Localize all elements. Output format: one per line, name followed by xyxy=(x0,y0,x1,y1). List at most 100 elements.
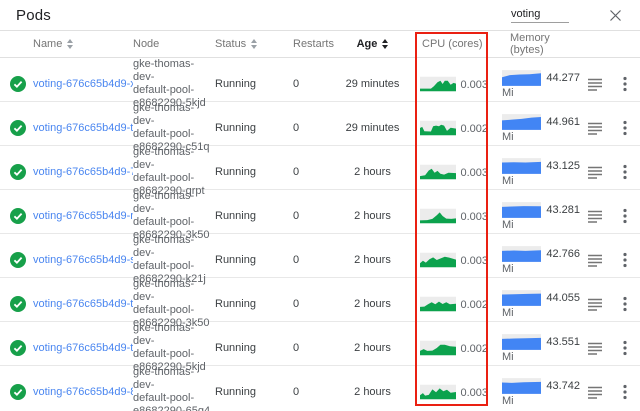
check-circle-icon xyxy=(10,208,26,224)
pod-name-link[interactable]: voting-676c65b4d9-srl xyxy=(33,254,133,266)
search-box xyxy=(511,7,622,23)
search-input[interactable] xyxy=(511,7,569,23)
memory-sparkline-chart xyxy=(502,158,541,174)
row-menu-button[interactable] xyxy=(621,382,629,402)
memory-unit: Mi xyxy=(502,87,580,99)
pod-name-cell: voting-676c65b4d9-72 xyxy=(33,166,133,178)
status-cell: Running xyxy=(215,342,293,354)
column-header-status[interactable]: Status xyxy=(215,38,293,50)
three-dot-menu-icon xyxy=(623,76,627,92)
status-check-cell xyxy=(0,120,33,136)
status-check-cell xyxy=(0,164,33,180)
check-circle-icon xyxy=(10,340,26,356)
logs-icon xyxy=(588,298,602,311)
status-check-cell xyxy=(0,384,33,400)
table-row: voting-676c65b4d9-8f8 gke-thomas-dev-def… xyxy=(0,365,640,409)
logs-icon xyxy=(588,122,602,135)
memory-cell: 44.055 Mi xyxy=(488,290,580,319)
logs-icon xyxy=(588,166,602,179)
cpu-value: 0.002 xyxy=(460,299,488,312)
pod-name-link[interactable]: voting-676c65b4d9-tpr xyxy=(33,122,133,134)
memory-unit: Mi xyxy=(502,219,580,231)
check-circle-icon xyxy=(10,384,26,400)
three-dot-menu-icon xyxy=(623,208,627,224)
logs-icon xyxy=(588,342,602,355)
pod-name-link[interactable]: voting-676c65b4d9-tpj xyxy=(33,342,133,354)
view-logs-button[interactable] xyxy=(586,340,604,357)
pod-name-link[interactable]: voting-676c65b4d9-tj6 xyxy=(33,298,133,310)
memory-value: 44.055 xyxy=(546,292,580,304)
clear-search-button[interactable] xyxy=(609,9,622,22)
pod-name-link[interactable]: voting-676c65b4d9-72 xyxy=(33,166,133,178)
check-circle-icon xyxy=(10,164,26,180)
status-check-cell xyxy=(0,208,33,224)
row-menu-button[interactable] xyxy=(621,74,629,94)
restarts-cell: 0 xyxy=(293,166,345,178)
row-menu-button[interactable] xyxy=(621,294,629,314)
view-logs-button[interactable] xyxy=(586,120,604,137)
table-row: voting-676c65b4d9-72 gke-thomas-dev-defa… xyxy=(0,145,640,189)
three-dot-menu-icon xyxy=(623,384,627,400)
cpu-cell: 0.003 xyxy=(400,208,488,224)
cpu-sparkline-chart xyxy=(420,296,456,312)
logs-icon xyxy=(588,254,602,267)
restarts-cell: 0 xyxy=(293,78,345,90)
cpu-value: 0.002 xyxy=(460,123,488,136)
row-menu-button[interactable] xyxy=(621,206,629,226)
cpu-cell: 0.003 xyxy=(400,76,488,92)
titlebar: Pods xyxy=(0,0,640,31)
status-cell: Running xyxy=(215,386,293,398)
row-menu-button[interactable] xyxy=(621,250,629,270)
column-header-name[interactable]: Name xyxy=(33,38,133,50)
sort-icon-active xyxy=(382,39,388,49)
cpu-value: 0.003 xyxy=(460,255,488,268)
pod-name-cell: voting-676c65b4d9-8f8 xyxy=(33,386,133,398)
sort-icon xyxy=(67,39,73,49)
view-logs-button[interactable] xyxy=(586,164,604,181)
memory-cell: 44.961 Mi xyxy=(488,114,580,143)
view-logs-button[interactable] xyxy=(586,296,604,313)
restarts-cell: 0 xyxy=(293,254,345,266)
pod-name-link[interactable]: voting-676c65b4d9-8f8 xyxy=(33,386,133,398)
cpu-cell: 0.002 xyxy=(400,340,488,356)
age-cell: 29 minutes xyxy=(345,78,400,90)
pod-name-cell: voting-676c65b4d9-nv xyxy=(33,210,133,222)
memory-sparkline-chart xyxy=(502,246,541,262)
memory-value: 43.125 xyxy=(546,160,580,172)
memory-cell: 43.281 Mi xyxy=(488,202,580,231)
column-header-age[interactable]: Age xyxy=(345,38,400,50)
row-menu-button[interactable] xyxy=(621,338,629,358)
cpu-cell: 0.002 xyxy=(400,120,488,136)
close-icon xyxy=(609,9,622,22)
row-menu-button[interactable] xyxy=(621,118,629,138)
column-header-restarts: Restarts xyxy=(293,38,345,50)
row-menu-button[interactable] xyxy=(621,162,629,182)
memory-cell: 44.277 Mi xyxy=(488,70,580,99)
restarts-cell: 0 xyxy=(293,122,345,134)
memory-sparkline-chart xyxy=(502,378,541,394)
table-row: voting-676c65b4d9-tj6 gke-thomas-dev-def… xyxy=(0,277,640,321)
pod-name-cell: voting-676c65b4d9-tpr xyxy=(33,122,133,134)
memory-value: 43.551 xyxy=(546,336,580,348)
memory-sparkline-chart xyxy=(502,114,541,130)
memory-unit: Mi xyxy=(502,395,580,407)
check-circle-icon xyxy=(10,252,26,268)
table-row: voting-676c65b4d9-nv gke-thomas-dev-defa… xyxy=(0,189,640,233)
pod-name-link[interactable]: voting-676c65b4d9-xs- xyxy=(33,78,133,90)
pod-name-link[interactable]: voting-676c65b4d9-nv xyxy=(33,210,133,222)
memory-value: 43.742 xyxy=(546,380,580,392)
logs-icon xyxy=(588,210,602,223)
three-dot-menu-icon xyxy=(623,296,627,312)
age-cell: 2 hours xyxy=(345,298,400,310)
age-cell: 2 hours xyxy=(345,210,400,222)
restarts-cell: 0 xyxy=(293,210,345,222)
view-logs-button[interactable] xyxy=(586,76,604,93)
age-cell: 2 hours xyxy=(345,342,400,354)
cpu-sparkline-chart xyxy=(420,76,456,92)
view-logs-button[interactable] xyxy=(586,384,604,401)
memory-cell: 43.125 Mi xyxy=(488,158,580,187)
view-logs-button[interactable] xyxy=(586,252,604,269)
memory-cell: 43.551 Mi xyxy=(488,334,580,363)
logs-icon xyxy=(588,386,602,399)
view-logs-button[interactable] xyxy=(586,208,604,225)
